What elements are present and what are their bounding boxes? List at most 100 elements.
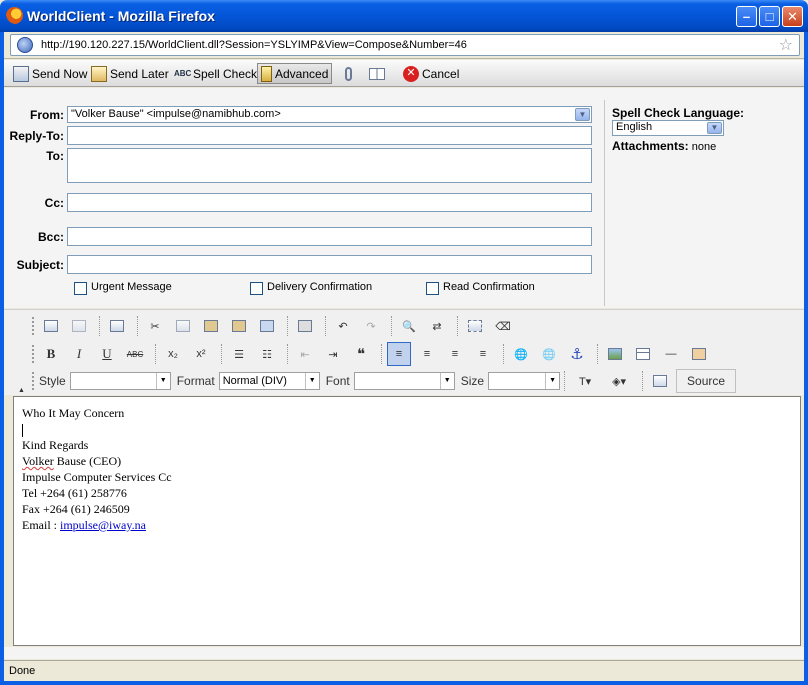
- style-label: Style: [39, 374, 66, 388]
- spell-language-dropdown-icon[interactable]: ▼: [707, 122, 722, 134]
- undo-button[interactable]: ↶: [331, 314, 355, 338]
- window-frame-bottom: [0, 681, 808, 685]
- spell-check-button[interactable]: ABC Spell Check: [171, 63, 260, 84]
- delivery-checkbox-box[interactable]: [250, 282, 263, 295]
- body-name-first: Volker: [22, 454, 54, 468]
- editor-toolbar: ▲ ✂ ↶ ↷ 🔍 ⇄ ⌫ B I U ABC x₂ x² ☰ ☷ ⇤ ⇥ ❝ …: [4, 309, 804, 395]
- font-combo[interactable]: ▼: [353, 372, 455, 390]
- format-value: Normal (DIV): [222, 375, 287, 387]
- from-dropdown-icon[interactable]: ▼: [575, 108, 590, 121]
- copy-button[interactable]: [171, 314, 195, 338]
- horizontal-rule-button[interactable]: —: [659, 342, 683, 366]
- maximize-editor-button[interactable]: [648, 369, 672, 393]
- table-button[interactable]: [631, 342, 655, 366]
- panel-divider: [604, 100, 605, 306]
- reply-to-input[interactable]: [67, 126, 592, 145]
- message-body-editor[interactable]: Who It May Concern Kind Regards Volker B…: [13, 396, 801, 646]
- size-combo[interactable]: ▼: [488, 372, 561, 390]
- font-dropdown-icon[interactable]: ▼: [439, 373, 454, 389]
- justify-button[interactable]: ≡: [471, 342, 495, 366]
- address-field[interactable]: http://190.120.227.15/WorldClient.dll?Se…: [10, 34, 800, 56]
- email-link[interactable]: impulse@iway.na: [60, 518, 146, 532]
- strikethrough-button[interactable]: ABC: [123, 342, 147, 366]
- numbered-list-button[interactable]: ☰: [227, 342, 251, 366]
- find-button[interactable]: 🔍: [397, 314, 421, 338]
- close-window-button[interactable]: ✕: [782, 6, 803, 27]
- read-confirmation-checkbox[interactable]: Read Confirmation: [426, 278, 535, 295]
- paste-word-button[interactable]: [255, 314, 279, 338]
- align-left-button[interactable]: ≡: [387, 342, 411, 366]
- cut-button[interactable]: ✂: [143, 314, 167, 338]
- from-select[interactable]: "Volker Bause" <impulse@namibhub.com> ▼: [67, 106, 592, 123]
- paste-text-button[interactable]: [227, 314, 251, 338]
- paste-button[interactable]: [199, 314, 223, 338]
- from-label: From:: [30, 108, 64, 122]
- urgent-checkbox-box[interactable]: [74, 282, 87, 295]
- preview-button[interactable]: [105, 314, 129, 338]
- send-later-icon: [91, 65, 107, 82]
- toolbar-separator: [325, 316, 327, 336]
- advanced-button[interactable]: Advanced: [257, 63, 333, 84]
- indent-button[interactable]: ⇥: [321, 342, 345, 366]
- maximize-editor-icon: [653, 375, 668, 387]
- italic-button[interactable]: I: [67, 342, 91, 366]
- send-later-button[interactable]: Send Later: [88, 63, 172, 84]
- anchor-button[interactable]: ⚓: [565, 342, 589, 366]
- spell-language-label: Spell Check Language:: [612, 106, 745, 120]
- send-later-label: Send Later: [110, 66, 169, 81]
- source-button[interactable]: Source: [676, 369, 737, 393]
- align-right-button[interactable]: ≡: [443, 342, 467, 366]
- cancel-button[interactable]: ✕ Cancel: [400, 63, 462, 84]
- subscript-button[interactable]: x₂: [161, 342, 185, 366]
- superscript-button[interactable]: x²: [189, 342, 213, 366]
- spell-language-select[interactable]: English ▼: [612, 120, 724, 136]
- print-button[interactable]: [293, 314, 317, 338]
- attach-button[interactable]: [342, 63, 358, 84]
- bcc-input[interactable]: [67, 227, 592, 246]
- outdent-button[interactable]: ⇤: [293, 342, 317, 366]
- status-text: Done: [9, 665, 36, 677]
- maximize-button[interactable]: □: [759, 6, 780, 27]
- minimize-button[interactable]: –: [736, 6, 757, 27]
- format-combo[interactable]: Normal (DIV) ▼: [218, 372, 320, 390]
- cc-input[interactable]: [67, 193, 592, 212]
- address-book-button[interactable]: [366, 63, 391, 84]
- url-text[interactable]: http://190.120.227.15/WorldClient.dll?Se…: [41, 39, 467, 51]
- advanced-label: Advanced: [275, 66, 329, 81]
- subject-input[interactable]: [67, 255, 592, 274]
- select-all-button[interactable]: [463, 314, 487, 338]
- align-center-button[interactable]: ≡: [415, 342, 439, 366]
- remove-format-button[interactable]: ⌫: [491, 314, 515, 338]
- background-color-button[interactable]: ◈▾: [604, 369, 634, 393]
- style-combo[interactable]: ▼: [69, 372, 171, 390]
- special-char-button[interactable]: [687, 342, 711, 366]
- site-identity-icon[interactable]: [17, 37, 33, 53]
- urgent-message-checkbox[interactable]: Urgent Message: [74, 278, 172, 295]
- new-page-button[interactable]: [39, 314, 63, 338]
- redo-button[interactable]: ↷: [359, 314, 383, 338]
- blockquote-button[interactable]: ❝: [349, 342, 373, 366]
- cancel-label: Cancel: [422, 66, 460, 81]
- templates-button[interactable]: [67, 314, 91, 338]
- image-button[interactable]: [603, 342, 627, 366]
- collapse-toolbar-icon[interactable]: ▲: [18, 387, 25, 394]
- size-dropdown-icon[interactable]: ▼: [545, 373, 559, 389]
- delivery-confirmation-checkbox[interactable]: Delivery Confirmation: [250, 278, 372, 295]
- bulleted-list-button[interactable]: ☷: [255, 342, 279, 366]
- read-checkbox-box[interactable]: [426, 282, 439, 295]
- text-color-button[interactable]: T▾: [570, 369, 600, 393]
- format-dropdown-icon[interactable]: ▼: [304, 373, 319, 389]
- attachments-label: Attachments:: [612, 139, 689, 153]
- replace-button[interactable]: ⇄: [425, 314, 449, 338]
- bookmark-star-icon[interactable]: ☆: [779, 35, 793, 55]
- bold-button[interactable]: B: [39, 342, 63, 366]
- unlink-button[interactable]: 🌐: [537, 342, 561, 366]
- toolbar-separator: [287, 316, 289, 336]
- link-button[interactable]: 🌐: [509, 342, 533, 366]
- toolbar-separator: [137, 316, 139, 336]
- to-input[interactable]: [67, 148, 592, 183]
- style-dropdown-icon[interactable]: ▼: [155, 373, 170, 389]
- table-icon: [636, 348, 650, 360]
- underline-button[interactable]: U: [95, 342, 119, 366]
- send-now-button[interactable]: Send Now: [10, 63, 90, 84]
